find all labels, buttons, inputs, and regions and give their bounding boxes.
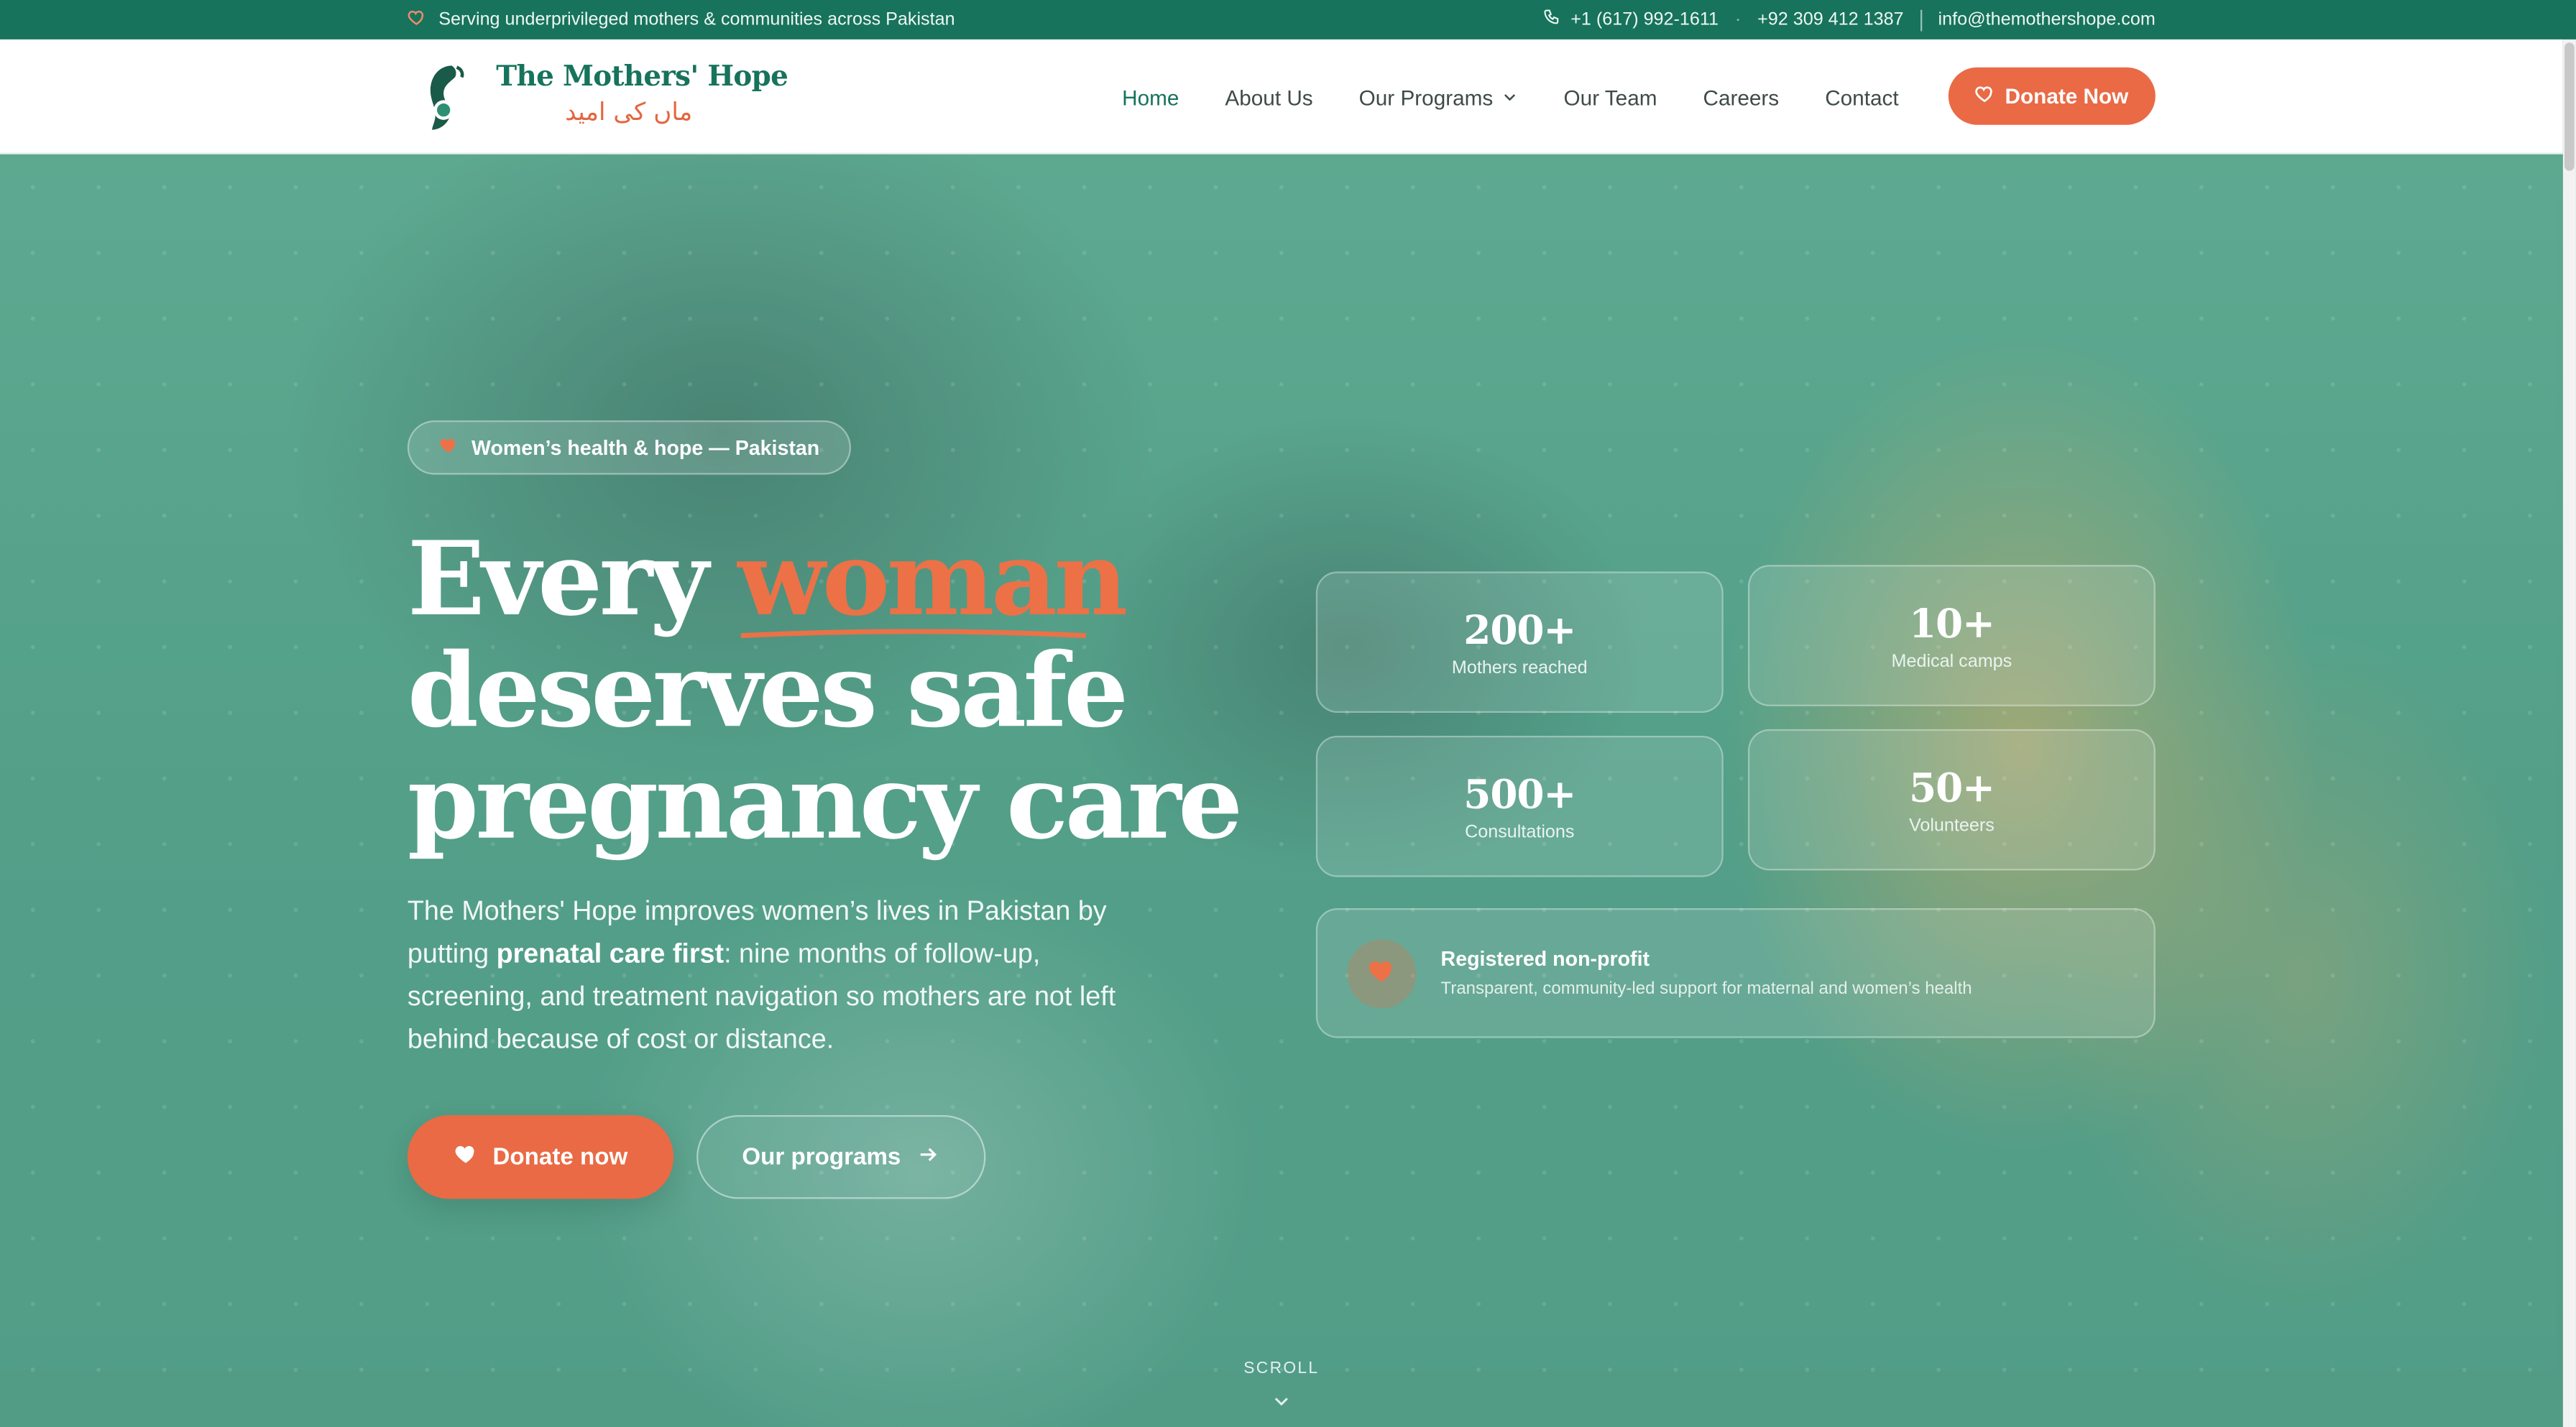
- stat-card: 10+ Medical camps: [1747, 565, 2156, 706]
- nonprofit-card: Registered non-profit Transparent, commu…: [1315, 908, 2156, 1038]
- hero-donate-label: Donate now: [492, 1143, 628, 1170]
- scroll-label: SCROLL: [1243, 1359, 1320, 1378]
- hero-tag-text: Women’s health & hope — Pakistan: [471, 435, 820, 459]
- stat-card: 200+ Mothers reached: [1315, 571, 1724, 713]
- divider: [1920, 9, 1922, 31]
- nonprofit-title: Registered non-profit: [1440, 947, 1650, 971]
- logo-name: The Mothers' Hope: [496, 60, 788, 94]
- stat-label: Consultations: [1465, 821, 1575, 842]
- nav-item-programs[interactable]: Our Programs: [1359, 85, 1518, 109]
- stat-label: Mothers reached: [1451, 657, 1588, 678]
- page-scrollbar[interactable]: [2562, 39, 2576, 1427]
- separator-dot: ·: [1734, 9, 1742, 30]
- nav-item-contact[interactable]: Contact: [1825, 85, 1898, 109]
- logo[interactable]: The Mothers' Hope ماں کی امید: [420, 61, 788, 142]
- nav-item-programs-label: Our Programs: [1358, 84, 1494, 109]
- stat-number: 500+: [1463, 769, 1576, 818]
- hero-programs-label: Our programs: [742, 1143, 901, 1170]
- email-link[interactable]: info@themothershope.com: [1938, 10, 2156, 29]
- tagline-group: Serving underprivileged mothers & commun…: [408, 0, 955, 40]
- headline-accent: woman: [737, 519, 1128, 639]
- arrow-right-icon: [917, 1142, 940, 1172]
- nonprofit-subtitle: Transparent, community-led support for m…: [1440, 979, 1972, 999]
- headline-line-2: deserves safe: [407, 630, 1128, 751]
- stat-card: 50+ Volunteers: [1747, 729, 2156, 871]
- phone-pk-link[interactable]: +92 309 412 1387: [1757, 10, 1903, 29]
- scrollbar-thumb[interactable]: [2564, 42, 2575, 171]
- tagline-text: Serving underprivileged mothers & commun…: [438, 9, 955, 30]
- nav-menu: Home About Us Our Programs Our Team Care…: [1122, 40, 1898, 154]
- headline-line-3: pregnancy care: [407, 742, 1243, 862]
- chevron-down-icon: [1501, 85, 1518, 109]
- nav-donate-button[interactable]: Donate Now: [1948, 67, 2156, 125]
- heart-outline-icon: [408, 8, 426, 31]
- stat-number: 50+: [1908, 762, 1995, 811]
- hero-dots: [0, 154, 2563, 1427]
- stat-number: 10+: [1908, 599, 1995, 647]
- hero-headline: Every woman deserves safe pregnancy care: [407, 523, 1243, 862]
- logo-urdu: ماں کی امید: [565, 96, 693, 126]
- nav-item-careers[interactable]: Careers: [1703, 85, 1779, 109]
- nav-item-home[interactable]: Home: [1122, 85, 1179, 109]
- phone-us-text: +1 (617) 992-1611: [1570, 9, 1719, 30]
- nonprofit-badge: [1347, 939, 1417, 1009]
- phone-icon: [1542, 8, 1560, 31]
- headline-part1: Every: [407, 519, 738, 639]
- heart-icon: [438, 435, 458, 460]
- hero-section: Women’s health & hope — Pakistan Every w…: [0, 154, 2563, 1427]
- hero-programs-button[interactable]: Our programs: [696, 1114, 986, 1199]
- hero-donate-button[interactable]: Donate now: [407, 1114, 674, 1199]
- logo-text: The Mothers' Hope ماں کی امید: [496, 61, 788, 126]
- headline-accent-text: woman: [737, 519, 1128, 639]
- nav-donate-label: Donate Now: [2005, 83, 2129, 108]
- main-navbar: The Mothers' Hope ماں کی امید Home About…: [0, 39, 2563, 154]
- nav-item-about[interactable]: About Us: [1225, 85, 1312, 109]
- chevron-down-icon: [1241, 1391, 1322, 1410]
- hero-tag-pill: Women’s health & hope — Pakistan: [407, 420, 851, 475]
- heart-icon: [1367, 955, 1397, 993]
- mother-logo-icon: [420, 61, 470, 142]
- desc-bold: prenatal care first: [496, 939, 724, 969]
- stat-label: Volunteers: [1908, 815, 1995, 836]
- heart-outline-icon: [1975, 84, 1995, 108]
- scroll-indicator[interactable]: SCROLL: [1241, 1360, 1322, 1411]
- phone-us-link[interactable]: +1 (617) 992-1611: [1542, 8, 1719, 31]
- headline-underline: [740, 629, 1087, 638]
- stat-label: Medical camps: [1891, 651, 2012, 671]
- headline-line-1: Every woman: [408, 523, 1240, 638]
- heart-icon: [454, 1142, 478, 1173]
- stat-number: 200+: [1463, 605, 1576, 653]
- contact-group: +1 (617) 992-1611 · +92 309 412 1387 inf…: [1542, 0, 2156, 40]
- stat-card: 500+ Consultations: [1315, 735, 1724, 877]
- nav-item-team[interactable]: Our Team: [1564, 85, 1657, 109]
- top-info-bar: Serving underprivileged mothers & commun…: [0, 0, 2576, 40]
- page: Serving underprivileged mothers & commun…: [0, 0, 2576, 1427]
- hero-description: The Mothers' Hope improves women’s lives…: [408, 890, 1163, 1061]
